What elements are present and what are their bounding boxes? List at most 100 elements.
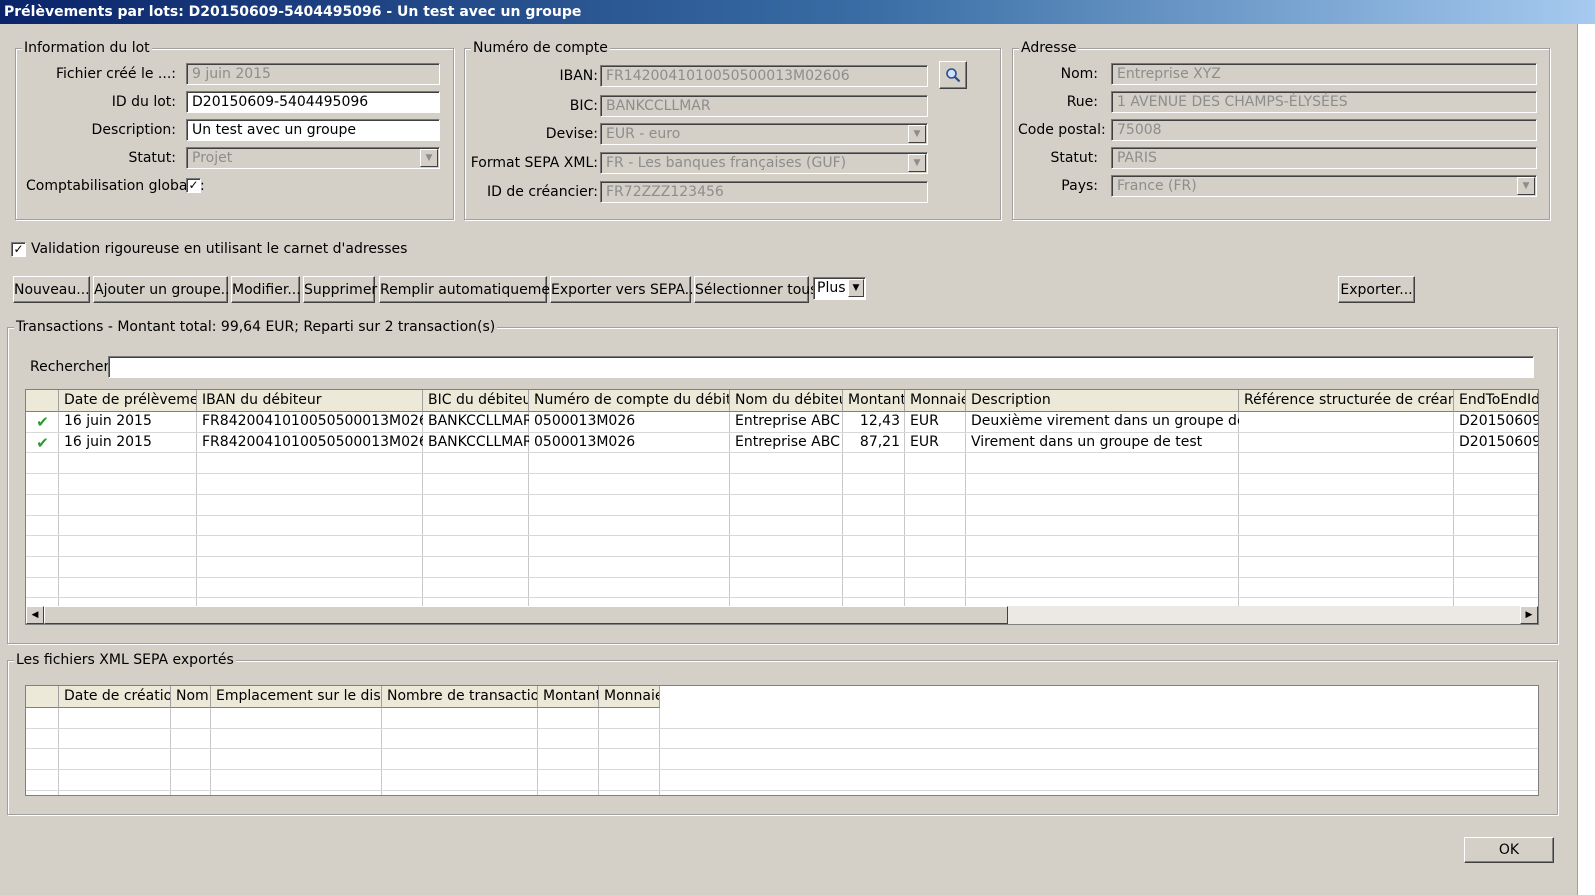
search-icon [946, 68, 961, 83]
check-icon: ✔ [36, 433, 49, 452]
street-field: 1 AVENUE DES CHAMPS-ÉLYSÉES [1111, 91, 1537, 113]
ex-column-header[interactable]: Monnaie [599, 686, 660, 708]
horizontal-scrollbar[interactable]: ◀ ▶ [26, 606, 1538, 624]
chevron-down-icon: ▼ [1517, 177, 1535, 195]
exported-table[interactable]: Date de création Nom Emplacement sur le di… [25, 685, 1539, 796]
check-icon: ✔ [36, 413, 49, 431]
autofill-button[interactable]: Remplir automatiquement [379, 276, 564, 303]
table-cell: EUR [910, 433, 939, 450]
chevron-down-icon: ▼ [420, 149, 438, 167]
new-button[interactable]: Nouveau... [13, 276, 90, 303]
lot-id-field[interactable]: D20150609-5404495096 [186, 91, 440, 113]
creditor-id-field: FR72ZZZ123456 [600, 181, 928, 203]
row-line [26, 473, 1538, 475]
tx-column-header[interactable]: Référence structurée de créancier [1239, 390, 1454, 412]
row-line [26, 493, 1538, 495]
global-accounting-checkbox[interactable]: ✓ [186, 178, 201, 193]
row-line [26, 555, 1538, 557]
postal-field: 75008 [1111, 119, 1537, 141]
tx-column-header[interactable]: Date de prélèvement [59, 390, 197, 412]
ex-column-header[interactable]: Montant [538, 686, 599, 708]
postal-label: Code postal: [1018, 122, 1106, 138]
grid-line [381, 708, 382, 795]
lot-status-value: Projet [192, 150, 233, 166]
table-row[interactable]: ✔ 16 juin 2015 FR8420041010050500013M02607… [26, 412, 1538, 433]
ex-column-header[interactable] [26, 686, 59, 708]
description-field[interactable]: Un test avec un groupe [186, 119, 440, 141]
table-row[interactable]: ✔ 16 juin 2015 FR8420041010050500013M02607… [26, 433, 1538, 454]
table-cell: Entreprise ABC [735, 413, 840, 429]
creditor-id-label: ID de créancier: [487, 184, 598, 200]
table-cell: 87,21 [859, 433, 900, 450]
tx-column-header[interactable]: EndToEndId [1454, 390, 1538, 412]
table-cell: 12,43 [859, 413, 900, 429]
table-cell [1239, 433, 1454, 453]
tx-column-header[interactable]: Nom du débiteur [730, 390, 843, 412]
account-legend: Numéro de compte [471, 40, 610, 56]
tx-column-header[interactable]: BIC du débiteur [423, 390, 529, 412]
exported-legend: Les fichiers XML SEPA exportés [14, 652, 236, 668]
table-cell: Entreprise ABC [735, 433, 840, 450]
tx-column-header[interactable]: Numéro de compte du débiteur [529, 390, 730, 412]
delete-button[interactable]: Supprimer [303, 276, 377, 303]
ex-column-header[interactable]: Emplacement sur le disque [211, 686, 382, 708]
iban-label: IBAN: [559, 68, 599, 84]
ex-column-header[interactable]: Date de création [59, 686, 171, 708]
tx-column-header[interactable]: IBAN du débiteur [197, 390, 423, 412]
tx-column-header[interactable]: Description [966, 390, 1239, 412]
window-border [1577, 24, 1595, 895]
table-cell: EUR [910, 413, 939, 429]
row-line [26, 727, 1538, 729]
row-line [26, 535, 1538, 537]
global-accounting-label: Comptabilisation globale: [26, 178, 205, 194]
export-button[interactable]: Exporter... [1338, 276, 1415, 303]
country-label: Pays: [1061, 178, 1098, 194]
iban-field: FR1420041010050500013M02606 [600, 65, 928, 87]
table-cell: BANKCCLLMAR [428, 433, 529, 450]
grid-line [210, 708, 211, 795]
grid-line [537, 708, 538, 795]
more-combo[interactable]: Plus ▼ [813, 277, 866, 300]
table-cell: BANKCCLLMAR [428, 413, 529, 429]
chevron-down-icon: ▼ [848, 279, 864, 297]
strict-validation-label: Validation rigoureuse en utilisant le ca… [31, 241, 408, 257]
tx-column-header[interactable]: Monnaie [905, 390, 966, 412]
address-status-field: PARIS [1111, 147, 1537, 169]
ok-button[interactable]: OK [1464, 837, 1554, 863]
iban-search-button[interactable] [939, 61, 967, 89]
export-sepa-button[interactable]: Exporter vers SEPA... [550, 276, 698, 303]
table-cell [1239, 412, 1454, 432]
grid-line [659, 708, 660, 795]
scroll-right-button[interactable]: ▶ [1520, 606, 1538, 624]
country-value: France (FR) [1117, 178, 1197, 194]
lot-info-legend: Information du lot [22, 40, 152, 56]
chevron-down-icon: ▼ [908, 125, 926, 143]
row-line [26, 576, 1538, 578]
row-line [26, 789, 1538, 791]
ex-column-header[interactable]: Nombre de transactions [382, 686, 538, 708]
lot-status-combo: Projet ▼ [186, 147, 440, 169]
grid-line [58, 708, 59, 795]
search-input[interactable] [108, 356, 1534, 378]
lot-id-label: ID du lot: [111, 94, 176, 110]
country-combo: France (FR) ▼ [1111, 175, 1537, 197]
add-group-button[interactable]: Ajouter un groupe... [93, 276, 234, 303]
row-line [26, 514, 1538, 516]
tx-column-header[interactable]: Montant [843, 390, 905, 412]
transactions-legend: Transactions - Montant total: 99,64 EUR;… [14, 319, 498, 335]
bic-field: BANKCCLLMAR [600, 95, 928, 117]
table-cell: Deuxième virement dans un groupe de test [971, 413, 1239, 429]
table-cell: 16 juin 2015 [64, 413, 152, 429]
scrollbar-thumb[interactable] [44, 606, 1008, 624]
ex-column-header[interactable]: Nom [171, 686, 211, 708]
grid-line [598, 708, 599, 795]
table-cell: D20150609-5 [1459, 433, 1538, 450]
sepa-format-combo: FR - Les banques françaises (GUF) ▼ [600, 152, 928, 174]
select-all-button[interactable]: Sélectionner tous [694, 276, 817, 303]
description-label: Description: [91, 122, 176, 138]
strict-validation-checkbox[interactable]: ✓ [11, 242, 26, 257]
tx-column-header[interactable] [26, 390, 59, 412]
modify-button[interactable]: Modifier... [231, 276, 301, 303]
transactions-table[interactable]: Date de prélèvementIBAN du débiteurBIC d… [25, 389, 1539, 625]
scroll-left-button[interactable]: ◀ [26, 606, 44, 624]
